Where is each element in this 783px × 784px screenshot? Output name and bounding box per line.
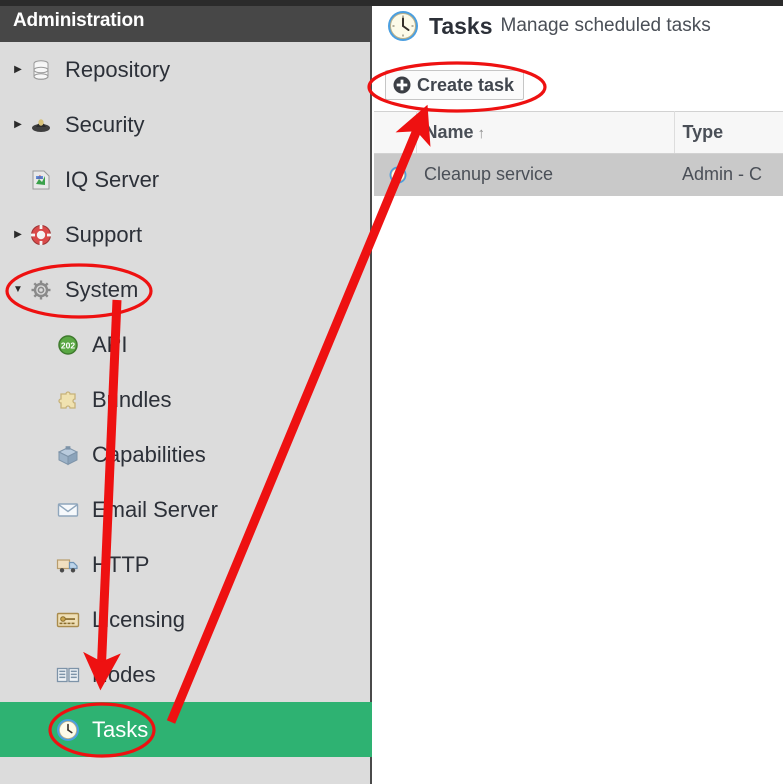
- shield-icon: [28, 112, 54, 138]
- sidebar-item-system[interactable]: ▼ System: [0, 262, 372, 317]
- api-202-icon: 202: [55, 332, 81, 358]
- chevron-right-icon[interactable]: ▶: [10, 229, 26, 240]
- sidebar-item-label: IQ Server: [65, 166, 160, 192]
- page-subtitle: Manage scheduled tasks: [500, 15, 711, 36]
- sidebar-item-nodes[interactable]: Nodes: [0, 647, 372, 702]
- row-cell-name: Cleanup service: [416, 153, 674, 196]
- gear-icon: [28, 277, 54, 303]
- tasks-table: Name ↑ Type Cleanup service Admin - C: [374, 111, 783, 196]
- sidebar-item-label: Repository: [65, 56, 171, 82]
- svg-text:202: 202: [61, 340, 75, 350]
- sidebar-item-api[interactable]: 202 API: [0, 317, 372, 372]
- sidebar-item-label: Nodes: [92, 661, 156, 687]
- sidebar-item-label: API: [92, 331, 128, 357]
- truck-icon: [55, 552, 81, 578]
- tasks-table-head: Name ↑ Type: [374, 111, 783, 154]
- row-cell-type: Admin - C: [674, 153, 783, 196]
- sidebar-item-label: Email Server: [92, 496, 218, 522]
- column-header-icon: [374, 111, 417, 154]
- chevron-right-icon[interactable]: ▶: [10, 64, 26, 75]
- sidebar-item-iq-server[interactable]: ▶IQ Server: [0, 152, 372, 207]
- tasks-panel: Tasks Manage scheduled tasks Create task: [374, 0, 783, 784]
- create-task-label: Create task: [417, 74, 515, 95]
- tasks-toolbar: Create task: [385, 70, 525, 100]
- sidebar-item-http[interactable]: HTTP: [0, 537, 372, 592]
- sidebar-item-label: Tasks: [92, 716, 149, 742]
- sidebar-item-email-server[interactable]: Email Server: [0, 482, 372, 537]
- clock-icon: [55, 717, 81, 743]
- sidebar-item-security[interactable]: ▶ Security: [0, 97, 372, 152]
- tasks-table-body: Cleanup service Admin - C: [374, 153, 783, 196]
- box-icon: [55, 442, 81, 468]
- sidebar-item-label: HTTP: [92, 551, 150, 577]
- sidebar-item-label: Security: [65, 111, 145, 137]
- column-header-name[interactable]: Name ↑: [416, 111, 675, 154]
- servers-icon: [55, 662, 81, 688]
- sidebar-header: Administration: [0, 0, 372, 42]
- sidebar-item-capabilities[interactable]: Capabilities: [0, 427, 372, 482]
- clock-icon: [387, 10, 419, 42]
- lifebuoy-icon: [28, 222, 54, 248]
- sidebar-nav: ▶ Repository ▶ Security ▶IQ Server ▶ Support ▼ S…: [0, 42, 372, 784]
- column-header-type[interactable]: Type: [674, 111, 783, 154]
- page-title-row: Tasks Manage scheduled tasks: [387, 10, 711, 42]
- sidebar-item-licensing[interactable]: Licensing: [0, 592, 372, 647]
- table-row[interactable]: Cleanup service Admin - C: [374, 153, 783, 196]
- sidebar-item-support[interactable]: ▶ Support: [0, 207, 372, 262]
- sidebar-item-label: Bundles: [92, 386, 172, 412]
- sidebar-item-repository[interactable]: ▶ Repository: [0, 42, 372, 97]
- chevron-right-icon[interactable]: ▶: [10, 119, 26, 130]
- sidebar-item-label: Capabilities: [92, 441, 206, 467]
- row-clock-icon: [374, 153, 416, 196]
- chevron-down-icon[interactable]: ▼: [10, 284, 26, 295]
- envelope-icon: [55, 497, 81, 523]
- sidebar-item-label: Licensing: [92, 606, 185, 632]
- sidebar-header-title: Administration: [13, 10, 145, 31]
- license-card-icon: [55, 607, 81, 633]
- database-icon: [28, 57, 54, 83]
- sidebar-item-bundles[interactable]: Bundles: [0, 372, 372, 427]
- column-header-name-label: Name: [424, 122, 474, 142]
- admin-sidebar: Administration ▶Repository▶Security▶IQ S…: [0, 0, 372, 784]
- sidebar-item-label: System: [65, 276, 139, 302]
- app-window: Administration ▶Repository▶Security▶IQ S…: [0, 0, 783, 784]
- column-header-type-label: Type: [682, 122, 724, 142]
- iq-server-icon: [28, 167, 54, 193]
- top-edge-strip: [0, 0, 783, 6]
- sort-ascending-icon: ↑: [477, 125, 486, 142]
- table-header-row: Name ↑ Type: [374, 111, 783, 154]
- sidebar-item-label: Support: [65, 221, 143, 247]
- sidebar-item-tasks[interactable]: Tasks: [0, 702, 372, 757]
- page-title: Tasks: [429, 12, 493, 39]
- plus-circle-icon: [393, 76, 411, 94]
- puzzle-icon: [55, 387, 81, 413]
- create-task-button[interactable]: Create task: [385, 70, 525, 100]
